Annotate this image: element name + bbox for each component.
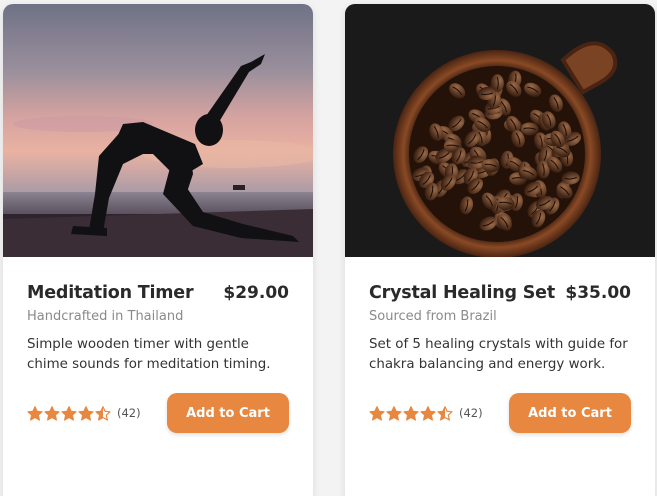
- product-image[interactable]: [3, 4, 313, 257]
- product-origin: Sourced from Brazil: [369, 309, 497, 324]
- star-rating: [27, 405, 112, 421]
- star-full-icon: [403, 405, 419, 421]
- star-full-icon: [44, 405, 60, 421]
- product-card: Meditation Timer $29.00 Handcrafted in T…: [3, 4, 313, 496]
- star-full-icon: [420, 405, 436, 421]
- add-to-cart-button[interactable]: Add to Cart: [509, 393, 631, 433]
- star-half-icon: [95, 405, 111, 421]
- rating: (42): [369, 405, 483, 421]
- star-full-icon: [369, 405, 385, 421]
- add-to-cart-button[interactable]: Add to Cart: [167, 393, 289, 433]
- product-title[interactable]: Crystal Healing Set: [369, 283, 555, 303]
- product-title[interactable]: Meditation Timer: [27, 283, 194, 303]
- star-rating: [369, 405, 454, 421]
- product-image[interactable]: [345, 4, 655, 257]
- product-price: $29.00: [223, 283, 289, 303]
- product-description: Simple wooden timer with gentle chime so…: [27, 337, 271, 372]
- product-grid: Meditation Timer $29.00 Handcrafted in T…: [0, 0, 657, 496]
- product-origin: Handcrafted in Thailand: [27, 309, 184, 324]
- star-full-icon: [78, 405, 94, 421]
- product-card: Crystal Healing Set $35.00 Sourced from …: [345, 4, 655, 496]
- review-count[interactable]: (42): [117, 406, 141, 420]
- product-description: Set of 5 healing crystals with guide for…: [369, 337, 628, 372]
- product-price: $35.00: [565, 283, 631, 303]
- rating: (42): [27, 405, 141, 421]
- star-full-icon: [61, 405, 77, 421]
- review-count[interactable]: (42): [459, 406, 483, 420]
- star-half-icon: [437, 405, 453, 421]
- star-full-icon: [386, 405, 402, 421]
- star-full-icon: [27, 405, 43, 421]
